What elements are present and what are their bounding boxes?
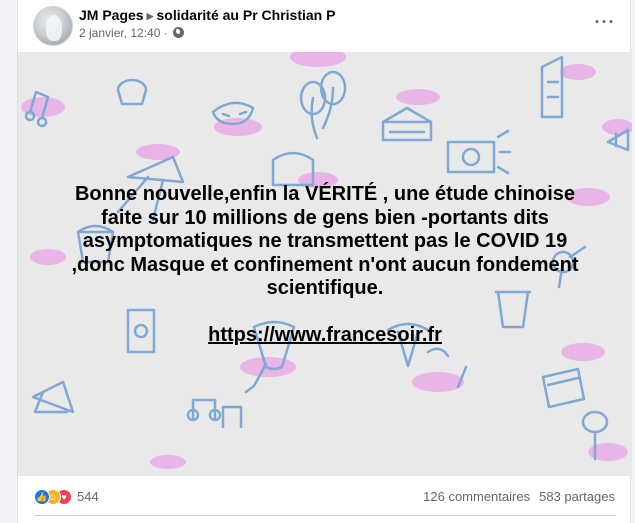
arrow-right-icon: ▶: [146, 11, 154, 21]
post-image[interactable]: Bonne nouvelle,enfin la VÉRITÉ , une étu…: [18, 52, 632, 476]
globe-icon: [173, 27, 185, 38]
post-image-text: Bonne nouvelle,enfin la VÉRITÉ , une étu…: [38, 183, 612, 301]
author-name[interactable]: JM Pages: [79, 7, 144, 23]
shares-count-link[interactable]: 583 partages: [539, 489, 615, 504]
text-line: Bonne nouvelle,enfin la VÉRITÉ , une étu…: [74, 183, 576, 205]
text-line: asymptomatiques ne transmettent pas le C…: [82, 230, 568, 252]
post-image-link[interactable]: https://www.francesoir.fr: [18, 324, 632, 347]
avatar[interactable]: [33, 6, 73, 46]
text-line: scientifique.: [266, 277, 384, 299]
post-title-line: JM Pages ▶ solidarité au Pr Christian P: [79, 7, 335, 23]
post-meta: 2 janvier, 12:40 ·: [79, 26, 185, 40]
more-options-button[interactable]: ···: [592, 12, 618, 38]
text-line: faite sur 10 millions de gens bien -port…: [101, 206, 549, 229]
group-name[interactable]: solidarité au Pr Christian P: [157, 7, 336, 23]
post-header: JM Pages ▶ solidarité au Pr Christian P 2 …: [18, 0, 632, 52]
reactions-summary[interactable]: 👍 ☺ ♥ 544: [34, 488, 99, 506]
post-footer: 👍 ☺ ♥ 544 126 commentaires 583 partages: [18, 476, 632, 516]
footer-divider: [34, 515, 616, 516]
text-line: ,donc Masque et confinement n'ont aucun …: [71, 253, 579, 276]
reaction-count: 544: [77, 489, 99, 505]
post-card: JM Pages ▶ solidarité au Pr Christian P 2 …: [17, 0, 632, 523]
comments-count-link[interactable]: 126 commentaires: [423, 489, 530, 504]
post-stats: 126 commentaires 583 partages: [414, 489, 615, 504]
like-icon: 👍: [34, 488, 50, 505]
post-timestamp[interactable]: 2 janvier, 12:40: [79, 26, 160, 40]
